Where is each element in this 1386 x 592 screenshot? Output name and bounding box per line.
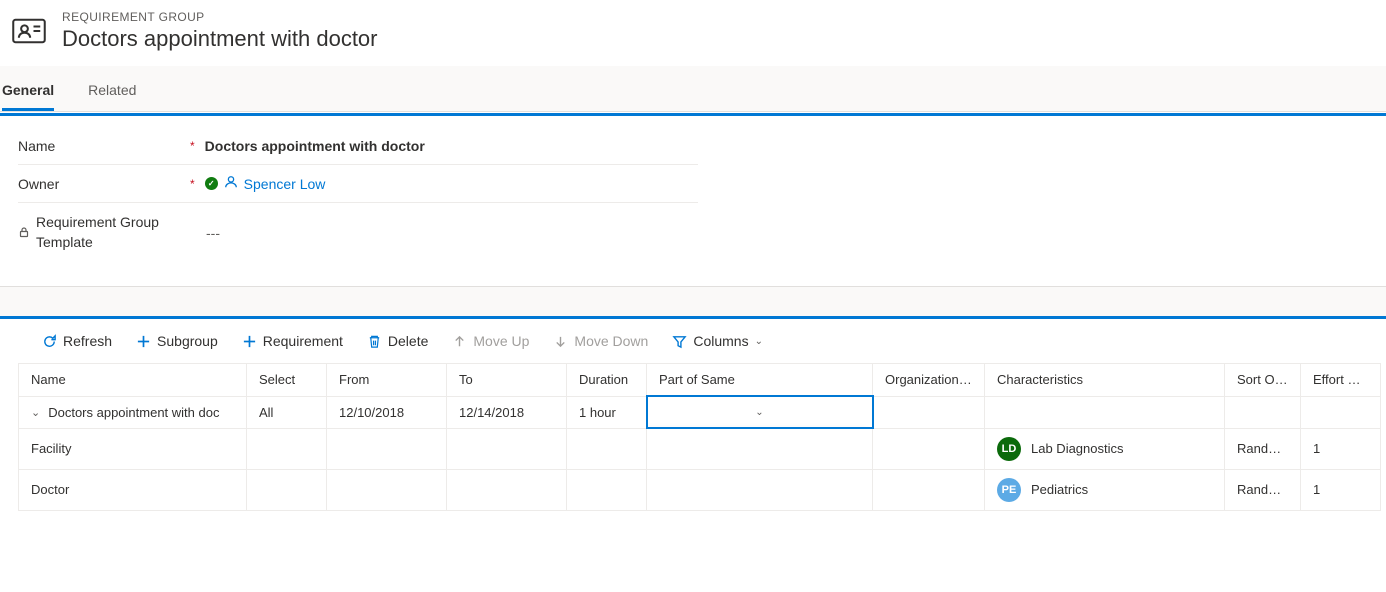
owner-link[interactable]: Spencer Low	[244, 176, 326, 192]
refresh-icon	[42, 334, 57, 349]
col-name[interactable]: Name	[19, 364, 247, 397]
columns-button[interactable]: Columns ⌄	[672, 333, 763, 349]
col-to[interactable]: To	[447, 364, 567, 397]
grid-toolbar: Refresh Subgroup Requirement Delete Move…	[18, 319, 1368, 363]
arrow-up-icon	[452, 334, 467, 349]
movedown-button: Move Down	[553, 333, 648, 349]
col-select[interactable]: Select	[247, 364, 327, 397]
col-effort[interactable]: Effort Require	[1301, 364, 1381, 397]
chevron-down-icon: ⌄	[755, 336, 763, 347]
delete-button[interactable]: Delete	[367, 333, 428, 349]
chevron-down-icon: ⌄	[755, 407, 763, 418]
part-of-same-cell-active[interactable]: ⌄ Organizational Unit Resource Tree L	[647, 396, 873, 428]
entity-type-label: REQUIREMENT GROUP	[62, 10, 378, 24]
template-value[interactable]: ---	[196, 225, 220, 241]
tab-related[interactable]: Related	[88, 76, 136, 111]
col-partofsame[interactable]: Part of Same	[647, 364, 873, 397]
chevron-down-icon[interactable]: ⌄	[31, 406, 40, 419]
moveup-button: Move Up	[452, 333, 529, 349]
template-label-line2: Template	[36, 233, 159, 253]
form-section: Name * Doctors appointment with doctor O…	[0, 113, 1386, 286]
col-from[interactable]: From	[327, 364, 447, 397]
table-row[interactable]: Doctor PE Pediatrics Randomize 1	[19, 469, 1381, 510]
tab-bar: General Related	[0, 66, 1386, 112]
tab-general[interactable]: General	[2, 76, 54, 111]
page-header: REQUIREMENT GROUP Doctors appointment wi…	[0, 0, 1386, 66]
lock-icon	[18, 225, 30, 241]
entity-icon	[10, 12, 48, 50]
plus-icon	[242, 334, 257, 349]
plus-icon	[136, 334, 151, 349]
person-icon	[224, 175, 238, 192]
characteristic-badge: PE	[997, 478, 1021, 502]
trash-icon	[367, 334, 382, 349]
characteristic-badge: LD	[997, 437, 1021, 461]
grid-section: Refresh Subgroup Requirement Delete Move…	[0, 316, 1386, 535]
page-title: Doctors appointment with doctor	[62, 26, 378, 52]
part-of-same-dropdown: Organizational Unit Resource Tree Locati…	[647, 427, 866, 428]
col-duration[interactable]: Duration	[567, 364, 647, 397]
characteristic-label: Pediatrics	[1031, 482, 1088, 497]
refresh-button[interactable]: Refresh	[42, 333, 112, 349]
table-row[interactable]: ⌄Doctors appointment with doc All 12/10/…	[19, 396, 1381, 428]
characteristic-label: Lab Diagnostics	[1031, 441, 1124, 456]
requirement-button[interactable]: Requirement	[242, 333, 343, 349]
name-label: Name	[18, 138, 55, 154]
requirement-grid: Name Select From To Duration Part of Sam…	[18, 363, 1381, 511]
table-row[interactable]: Facility LD Lab Diagnostics Randomize 1	[19, 428, 1381, 469]
template-label-line1: Requirement Group	[36, 213, 159, 233]
filter-icon	[672, 334, 687, 349]
arrow-down-icon	[553, 334, 568, 349]
status-verified-icon	[205, 177, 218, 190]
col-orgunit[interactable]: Organizational Unit	[873, 364, 985, 397]
col-sort[interactable]: Sort Option	[1225, 364, 1301, 397]
subgroup-button[interactable]: Subgroup	[136, 333, 218, 349]
name-value[interactable]: Doctors appointment with doctor	[195, 138, 425, 154]
col-characteristics[interactable]: Characteristics	[985, 364, 1225, 397]
owner-label: Owner	[18, 176, 59, 192]
